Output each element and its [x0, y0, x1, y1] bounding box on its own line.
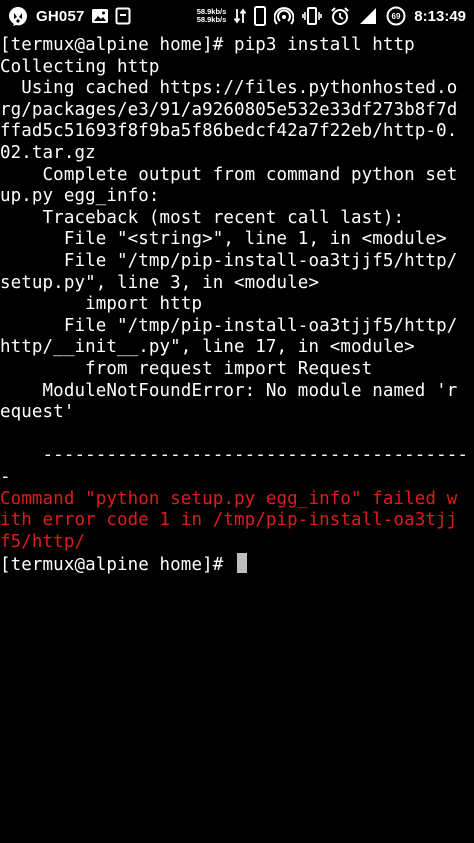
terminal-line: [termux@alpine home]# pip3 install http — [0, 35, 415, 55]
terminal-error-line: Command "python setup.py egg_info" faile… — [0, 488, 458, 509]
sd-card-icon — [115, 7, 131, 25]
carrier-name: GH057 — [36, 7, 85, 25]
terminal-line: 02.tar.gz — [0, 143, 96, 163]
terminal-cursor — [237, 553, 247, 574]
terminal-line: ---------------------------------------- — [0, 445, 468, 466]
net-speed-down: 58.9kb/s — [196, 15, 227, 24]
terminal-output[interactable]: [termux@alpine home]# pip3 install http C… — [0, 35, 474, 843]
terminal-line: from request import Request — [0, 359, 373, 379]
battery-icon: 69 — [386, 6, 406, 26]
terminal-line: Using cached https://files.pythonhosted.… — [0, 78, 458, 99]
network-speed: 58.9kb/s 58.9kb/s — [197, 8, 227, 24]
terminal-line: http/__init__.py", line 17, in <module> — [0, 337, 415, 358]
terminal-line: File "/tmp/pip-install-oa3tjjf5/http/ — [0, 251, 458, 271]
terminal-line: - — [0, 467, 11, 487]
phone-icon — [254, 6, 267, 26]
terminal-line: ffad5c51693f8f9ba5f86bedcf42a7f22eb/http… — [0, 121, 458, 142]
terminal-line: Complete output from command python set — [0, 164, 458, 185]
terminal-line: Traceback (most recent call last): — [0, 207, 405, 228]
image-icon — [91, 8, 109, 24]
terminal-line: equest' — [0, 402, 75, 423]
terminal-error-line: f5/http/ — [0, 531, 86, 552]
hotspot-icon — [274, 6, 295, 26]
terminal-prompt-line[interactable]: [termux@alpine home]# — [0, 553, 474, 574]
terminal-error-line: ith error code 1 in /tmp/pip-install-oa3… — [0, 510, 458, 531]
status-bar-left: GH057 — [6, 0, 131, 32]
terminal-line: File "<string>", line 1, in <module> — [0, 229, 447, 250]
vibrate-icon — [302, 6, 323, 26]
data-transfer-icon — [234, 7, 247, 25]
alarm-icon — [330, 6, 350, 26]
signal-icon — [358, 6, 378, 26]
status-bar: GH057 58.9kb/s 58.9kb/s 69 8:13:49 — [0, 0, 474, 32]
battery-level-text: 69 — [392, 12, 401, 21]
status-bar-right: 58.9kb/s 58.9kb/s 69 8:13:49 — [197, 0, 466, 32]
terminal-line: Collecting http — [0, 56, 160, 77]
terminal-line: up.py egg_info: — [0, 186, 160, 207]
terminal-line: File "/tmp/pip-install-oa3tjjf5/http/ — [0, 315, 458, 336]
terminal-line: ModuleNotFoundError: No module named 'r — [0, 380, 458, 401]
terminal-line: setup.py", line 3, in <module> — [0, 272, 320, 293]
app-logo-icon — [6, 4, 30, 28]
terminal-line: rg/packages/e3/91/a9260805e532e33df273b8… — [0, 99, 458, 120]
clock: 8:13:49 — [414, 7, 466, 25]
terminal-line: import http — [0, 294, 203, 315]
terminal-prompt: [termux@alpine home]# — [0, 555, 234, 575]
